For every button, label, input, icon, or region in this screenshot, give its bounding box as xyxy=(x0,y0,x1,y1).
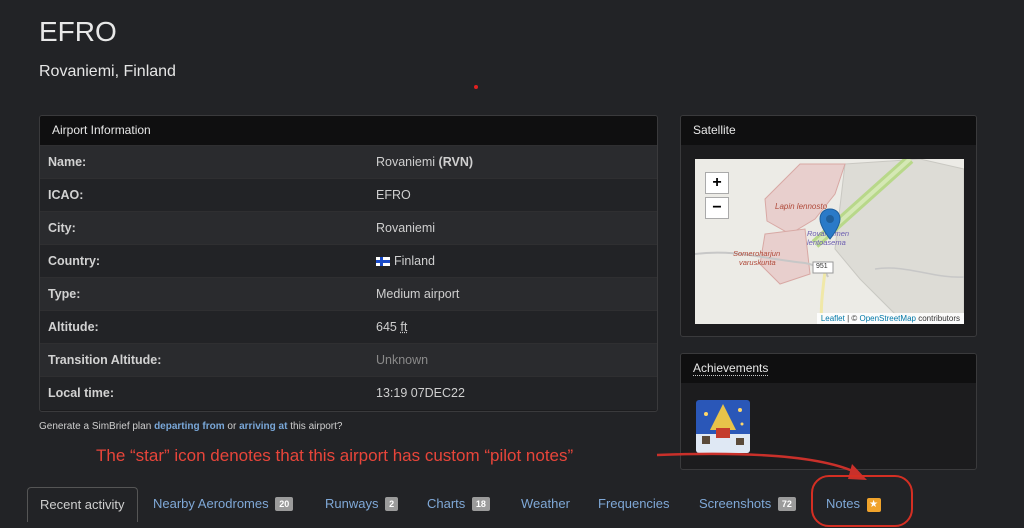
info-row-name: Name: Rovaniemi (RVN) xyxy=(40,145,657,179)
info-row-country: Country: Finland xyxy=(40,244,657,278)
tab-runways[interactable]: Runways 2 xyxy=(325,487,399,521)
red-dot-marker xyxy=(474,85,478,89)
satellite-map[interactable]: + − Lapin lennosto Rovaniemen lentoasema… xyxy=(695,159,964,324)
info-key: ICAO: xyxy=(48,188,84,202)
leaflet-link[interactable]: Leaflet xyxy=(821,314,845,323)
star-icon: ★ xyxy=(866,498,881,512)
info-row-local-time: Local time: 13:19 07DEC22 xyxy=(40,376,657,410)
info-key: Country: xyxy=(48,254,101,268)
tab-nearby-aerodromes[interactable]: Nearby Aerodromes 20 xyxy=(153,487,294,521)
tab-recent-activity[interactable]: Recent activity xyxy=(27,487,138,522)
arriving-at-link[interactable]: arriving at xyxy=(239,421,287,432)
count-badge: 2 xyxy=(385,497,399,511)
satellite-title: Satellite xyxy=(681,116,976,145)
info-row-transition-altitude: Transition Altitude: Unknown xyxy=(40,343,657,377)
iata-code: (RVN) xyxy=(438,155,474,169)
count-badge: 72 xyxy=(777,497,796,511)
tab-notes[interactable]: Notes ★ xyxy=(826,487,881,521)
road-number-label: 951 xyxy=(816,263,828,270)
annotation-text: The “star” icon denotes that this airpor… xyxy=(96,446,574,465)
count-badge: 18 xyxy=(471,497,490,511)
altitude-unit-toggle[interactable]: ft xyxy=(400,320,407,334)
zoom-in-button[interactable]: + xyxy=(705,172,729,194)
tab-charts[interactable]: Charts 18 xyxy=(427,487,490,521)
airport-info-title: Airport Information xyxy=(40,116,657,145)
info-row-city: City: Rovaniemi xyxy=(40,211,657,245)
tab-screenshots[interactable]: Screenshots 72 xyxy=(699,487,796,521)
simbrief-prompt: Generate a SimBrief plan departing from … xyxy=(39,421,343,432)
info-value: Rovaniemi xyxy=(376,221,436,235)
tab-weather[interactable]: Weather xyxy=(521,487,570,521)
info-value: Finland xyxy=(376,245,435,278)
info-row-type: Type: Medium airport xyxy=(40,277,657,311)
map-label-varuskunta: varuskunta xyxy=(739,258,776,267)
info-key: Transition Altitude: xyxy=(48,353,162,367)
info-row-altitude: Altitude: 645 ft xyxy=(40,310,657,344)
info-key: Type: xyxy=(48,287,81,301)
info-row-icao: ICAO: EFRO xyxy=(40,178,657,212)
info-value: EFRO xyxy=(376,188,411,202)
info-key: City: xyxy=(48,221,76,235)
achievements-title: Achievements xyxy=(681,354,976,383)
finland-flag-icon xyxy=(376,257,390,266)
info-value: Unknown xyxy=(376,353,429,367)
airport-info-panel: Airport Information Name: Rovaniemi (RVN… xyxy=(39,115,658,412)
info-value: 645 ft xyxy=(376,320,408,334)
info-value: Medium airport xyxy=(376,287,460,301)
departing-from-link[interactable]: departing from xyxy=(154,421,225,432)
airport-code: EFRO xyxy=(39,16,117,47)
info-key: Local time: xyxy=(48,386,114,400)
count-badge: 20 xyxy=(275,497,294,511)
zoom-out-button[interactable]: − xyxy=(705,197,729,219)
tab-frequencies[interactable]: Frequencies xyxy=(598,487,670,521)
info-value: Rovaniemi (RVN) xyxy=(376,155,474,169)
osm-link[interactable]: OpenStreetMap xyxy=(859,314,915,323)
airport-location: Rovaniemi, Finland xyxy=(39,63,176,80)
satellite-panel: Satellite + − Lapin lennosto Rovaniemen … xyxy=(680,115,977,337)
info-key: Name: xyxy=(48,155,87,169)
map-marker-icon[interactable] xyxy=(819,208,841,240)
map-attribution: Leaflet | © OpenStreetMap contributors xyxy=(816,313,964,324)
map-label-someroharju: Someroharjun xyxy=(733,249,781,258)
info-key: Altitude: xyxy=(48,320,99,334)
info-value: 13:19 07DEC22 xyxy=(376,386,465,400)
